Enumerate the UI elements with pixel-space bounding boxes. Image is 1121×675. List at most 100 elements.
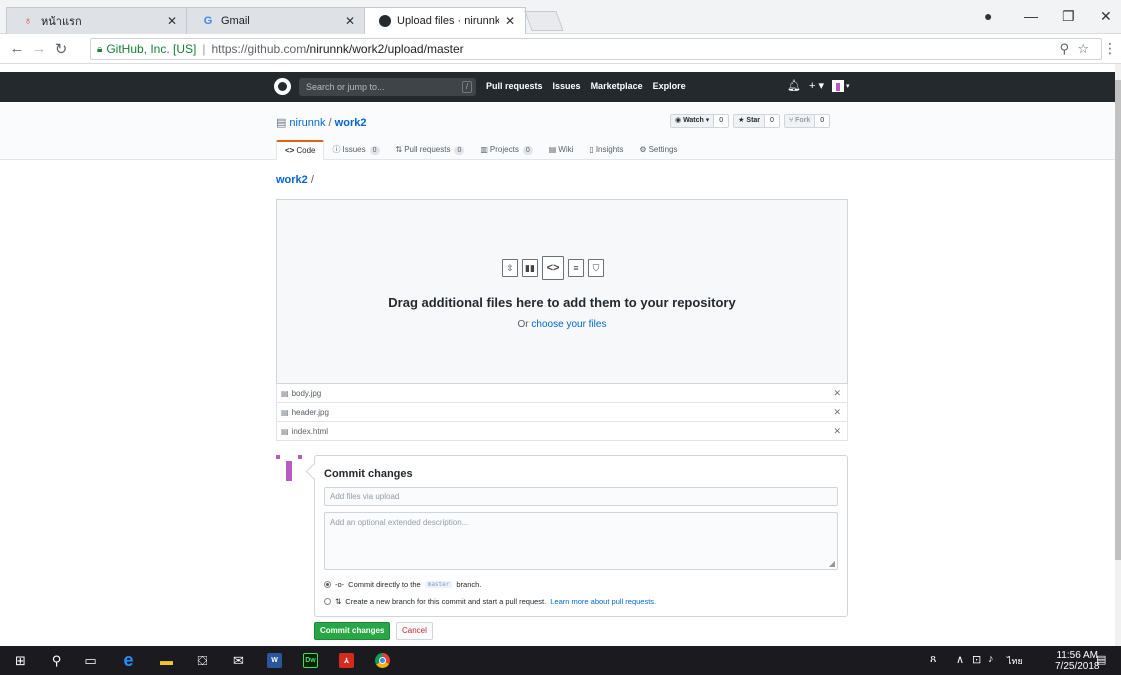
resize-grip-icon[interactable]: ◢ xyxy=(829,559,835,568)
file-name: index.html xyxy=(291,426,329,436)
file-drop-zone[interactable]: ⇳ ▮▮ <> ≡ ⛉ Drag additional files here t… xyxy=(276,199,848,384)
project-icon: ▥ xyxy=(480,145,488,154)
zoom-icon[interactable]: ⚲ xyxy=(1059,41,1075,57)
tab-projects[interactable]: ▥ Projects 0 xyxy=(472,140,540,160)
close-icon[interactable]: ✕ xyxy=(505,14,515,28)
projects-count: 0 xyxy=(522,145,533,155)
acrobat-icon[interactable]: ⅄ xyxy=(338,652,355,669)
notifications-icon[interactable]: ▤ xyxy=(1096,653,1106,666)
repo-name-link[interactable]: work2 xyxy=(335,117,367,129)
tab-issues[interactable]: ⓘ Issues 0 xyxy=(324,140,387,160)
star-button[interactable]: ★ Star 0 xyxy=(733,114,780,128)
mail-icon[interactable]: ✉ xyxy=(230,652,247,669)
profile-icon[interactable]: ● xyxy=(984,8,992,24)
forward-arrow-icon[interactable]: → xyxy=(28,40,50,57)
search-icon[interactable]: ⚲ xyxy=(48,652,65,669)
minimize-icon[interactable]: — xyxy=(1024,8,1038,24)
choose-files-link[interactable]: choose your files xyxy=(531,319,606,330)
commit-new-branch-option[interactable]: ⇅ Create a new branch for this commit an… xyxy=(324,597,656,606)
people-icon[interactable]: ጸ xyxy=(930,653,936,666)
bell-icon[interactable]: 🔔︎ xyxy=(787,79,801,92)
tab-label: Pull requests xyxy=(404,145,451,154)
tab-label: Settings xyxy=(648,145,678,154)
windows-taskbar: ⊞ ⚲ ▭ e ▬ ⛋ ✉ W Dw ⅄ ጸ ∧ ⊡ ♪ ไทย 11:56 A… xyxy=(0,646,1121,675)
chevron-down-icon[interactable]: ▾ xyxy=(846,82,850,90)
radio-new-branch[interactable] xyxy=(324,598,331,605)
volume-icon[interactable]: ♪ xyxy=(988,653,994,665)
plus-dropdown-icon[interactable]: + ▾ xyxy=(809,79,824,92)
windows-start-icon[interactable]: ⊞ xyxy=(12,652,29,669)
nav-marketplace[interactable]: Marketplace xyxy=(591,81,643,91)
search-input[interactable]: Search or jump to... xyxy=(299,78,476,96)
word-icon[interactable]: W xyxy=(266,652,283,669)
input-language[interactable]: ไทย xyxy=(1007,654,1023,668)
commit-description-textarea[interactable]: Add an optional extended description... … xyxy=(324,512,838,570)
tab-code[interactable]: <> Code xyxy=(276,140,325,161)
radio-commit-direct[interactable] xyxy=(324,581,331,588)
bookmark-star-icon[interactable]: ☆ xyxy=(1077,41,1095,57)
pulls-count: 0 xyxy=(454,145,465,155)
branch-name: master xyxy=(424,581,453,588)
remove-file-icon[interactable]: ✕ xyxy=(833,407,841,418)
learn-more-link[interactable]: Learn more about pull requests. xyxy=(550,597,656,606)
new-tab-button[interactable] xyxy=(524,11,564,31)
tab-title: Upload files · nirunnk/wo xyxy=(397,15,499,27)
github-logo-icon[interactable] xyxy=(274,78,291,95)
nav-pull-requests[interactable]: Pull requests xyxy=(486,81,543,91)
nav-issues[interactable]: Issues xyxy=(553,81,581,91)
tab-wiki[interactable]: ▤ Wiki xyxy=(541,140,582,160)
close-icon[interactable]: ✕ xyxy=(345,14,355,28)
avatar[interactable] xyxy=(276,455,302,481)
commit-summary-input[interactable]: Add files via upload xyxy=(324,487,838,506)
commit-changes-button[interactable]: Commit changes xyxy=(314,622,391,640)
tab-settings[interactable]: ⚙ Settings xyxy=(631,140,685,160)
issues-count: 0 xyxy=(369,145,380,155)
fork-count[interactable]: 0 xyxy=(814,115,830,127)
pull-request-icon: ⇅ xyxy=(395,145,403,154)
tab-title: Gmail xyxy=(221,15,250,27)
list-item: ▤ header.jpg ✕ xyxy=(276,403,848,422)
commit-direct-option[interactable]: -o- Commit directly to the master branch… xyxy=(324,580,481,589)
close-window-icon[interactable]: ✕ xyxy=(1100,8,1112,25)
browser-tab-active[interactable]: Upload files · nirunnk/wo ✕ xyxy=(364,7,526,34)
nav-explore[interactable]: Explore xyxy=(653,81,686,91)
issue-icon: ⓘ xyxy=(332,145,341,154)
back-arrow-icon[interactable]: ← xyxy=(6,40,28,57)
address-bar[interactable]: 🔒︎ GitHub, Inc. [US] | https://github.co… xyxy=(90,38,1102,60)
close-icon[interactable]: ✕ xyxy=(167,14,177,28)
eye-icon: ◉ xyxy=(675,117,684,124)
chrome-icon[interactable] xyxy=(374,652,391,669)
browser-tab[interactable]: ♁ หน้าแรก ✕ xyxy=(6,7,188,34)
remove-file-icon[interactable]: ✕ xyxy=(833,388,841,399)
browser-toolbar: ← → ↻ 🔒︎ GitHub, Inc. [US] | https://git… xyxy=(0,34,1121,64)
avatar[interactable] xyxy=(831,79,844,92)
repo-owner-link[interactable]: nirunnk xyxy=(289,117,325,129)
store-icon[interactable]: ⛋ xyxy=(194,652,211,669)
task-view-icon[interactable]: ▭ xyxy=(82,652,99,669)
chevron-up-icon[interactable]: ∧ xyxy=(956,653,964,666)
menu-kebab-icon[interactable]: ⋮ xyxy=(1103,40,1117,57)
remove-file-icon[interactable]: ✕ xyxy=(833,426,841,437)
system-clock[interactable]: 11:56 AM 7/25/2018 xyxy=(1055,650,1100,672)
fork-button[interactable]: ⑂ Fork 0 xyxy=(783,114,831,128)
file-explorer-icon[interactable]: ▬ xyxy=(158,652,175,669)
vertical-scrollbar-thumb[interactable] xyxy=(1115,80,1121,560)
cancel-button[interactable]: Cancel xyxy=(396,622,433,640)
watch-button[interactable]: ◉ Watch ▾ 0 xyxy=(670,114,730,128)
tab-insights[interactable]: ▯ Insights xyxy=(581,140,631,160)
restore-icon[interactable]: ❐ xyxy=(1062,8,1075,25)
edge-browser-icon[interactable]: e xyxy=(120,650,137,670)
browser-tab[interactable]: G Gmail ✕ xyxy=(186,7,366,34)
repo-icon: ▤ xyxy=(276,117,287,129)
ev-certificate-label: GitHub, Inc. [US] xyxy=(106,42,197,56)
pull-request-icon: ⇅ xyxy=(335,597,342,606)
network-icon[interactable]: ⊡ xyxy=(972,653,981,666)
star-count[interactable]: 0 xyxy=(764,115,779,127)
breadcrumb-repo-link[interactable]: work2 xyxy=(276,174,308,186)
reload-icon[interactable]: ↻ xyxy=(50,40,72,58)
tab-pull-requests[interactable]: ⇅ Pull requests 0 xyxy=(388,140,473,160)
watch-count[interactable]: 0 xyxy=(713,115,729,127)
home-favicon-icon: ♁ xyxy=(23,15,33,27)
dreamweaver-icon[interactable]: Dw xyxy=(302,652,319,669)
option-text: Commit directly to the xyxy=(348,580,421,589)
